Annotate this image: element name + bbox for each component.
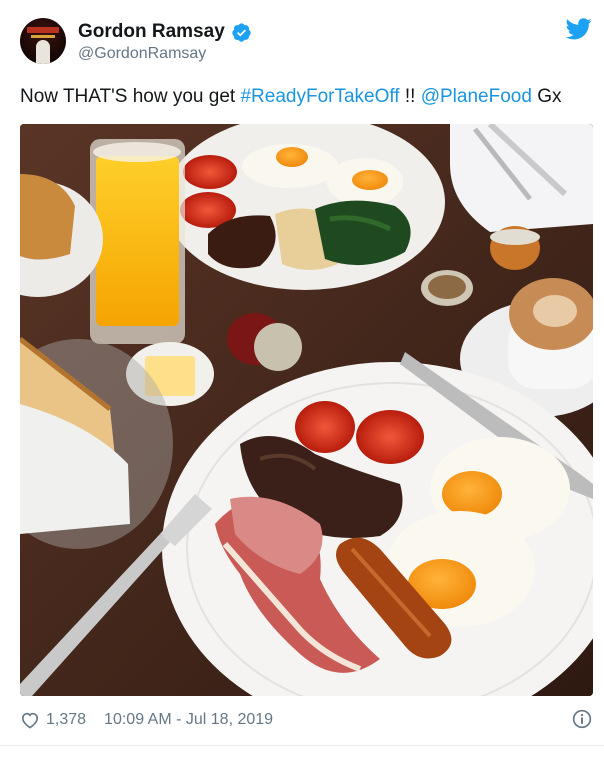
main-yolk-1 [442, 471, 502, 517]
author-name-row: Gordon Ramsay [78, 21, 252, 43]
display-name[interactable]: Gordon Ramsay [78, 21, 225, 43]
like-count[interactable]: 1,378 [46, 711, 86, 729]
breakfast-illustration [20, 124, 593, 696]
top-yolk-1 [276, 147, 308, 167]
tweet-text-middle: !! [399, 86, 421, 107]
divider [0, 745, 604, 746]
top-yolk-2 [352, 170, 388, 190]
tweet-footer: 1,378 10:09 AM - Jul 18, 2019 [20, 707, 592, 733]
main-tomato-1 [295, 401, 355, 453]
tweet-text-suffix: Gx [531, 86, 562, 107]
avatar-sign-stripe [31, 35, 55, 38]
hashtag-link[interactable]: #ReadyForTakeOff [240, 86, 399, 107]
user-handle[interactable]: @GordonRamsay [78, 45, 206, 63]
verified-badge-icon [232, 22, 251, 42]
main-tomato-2 [356, 410, 424, 464]
orange-juice [96, 156, 179, 326]
timestamp[interactable]: 10:09 AM - Jul 18, 2019 [104, 711, 273, 729]
napkin [450, 124, 593, 232]
twitter-bird-icon[interactable] [566, 18, 592, 40]
avatar[interactable] [20, 18, 66, 64]
top-tomato-1 [183, 155, 237, 189]
tweet-text-prefix: Now THAT'S how you get [20, 86, 241, 107]
heart-icon[interactable] [20, 711, 40, 729]
jam-lid [254, 323, 302, 371]
info-icon[interactable] [572, 709, 592, 729]
tweet-text: Now THAT'S how you get #ReadyForTakeOff … [20, 86, 561, 108]
mention-link[interactable]: @PlaneFood [421, 86, 532, 107]
top-spinach [315, 200, 411, 266]
avatar-person-shape [36, 40, 50, 64]
avatar-sign-shape [27, 27, 59, 33]
tweet-card: Gordon Ramsay @GordonRamsay Now THAT'S h… [0, 0, 604, 757]
tweet-photo[interactable] [20, 124, 593, 696]
